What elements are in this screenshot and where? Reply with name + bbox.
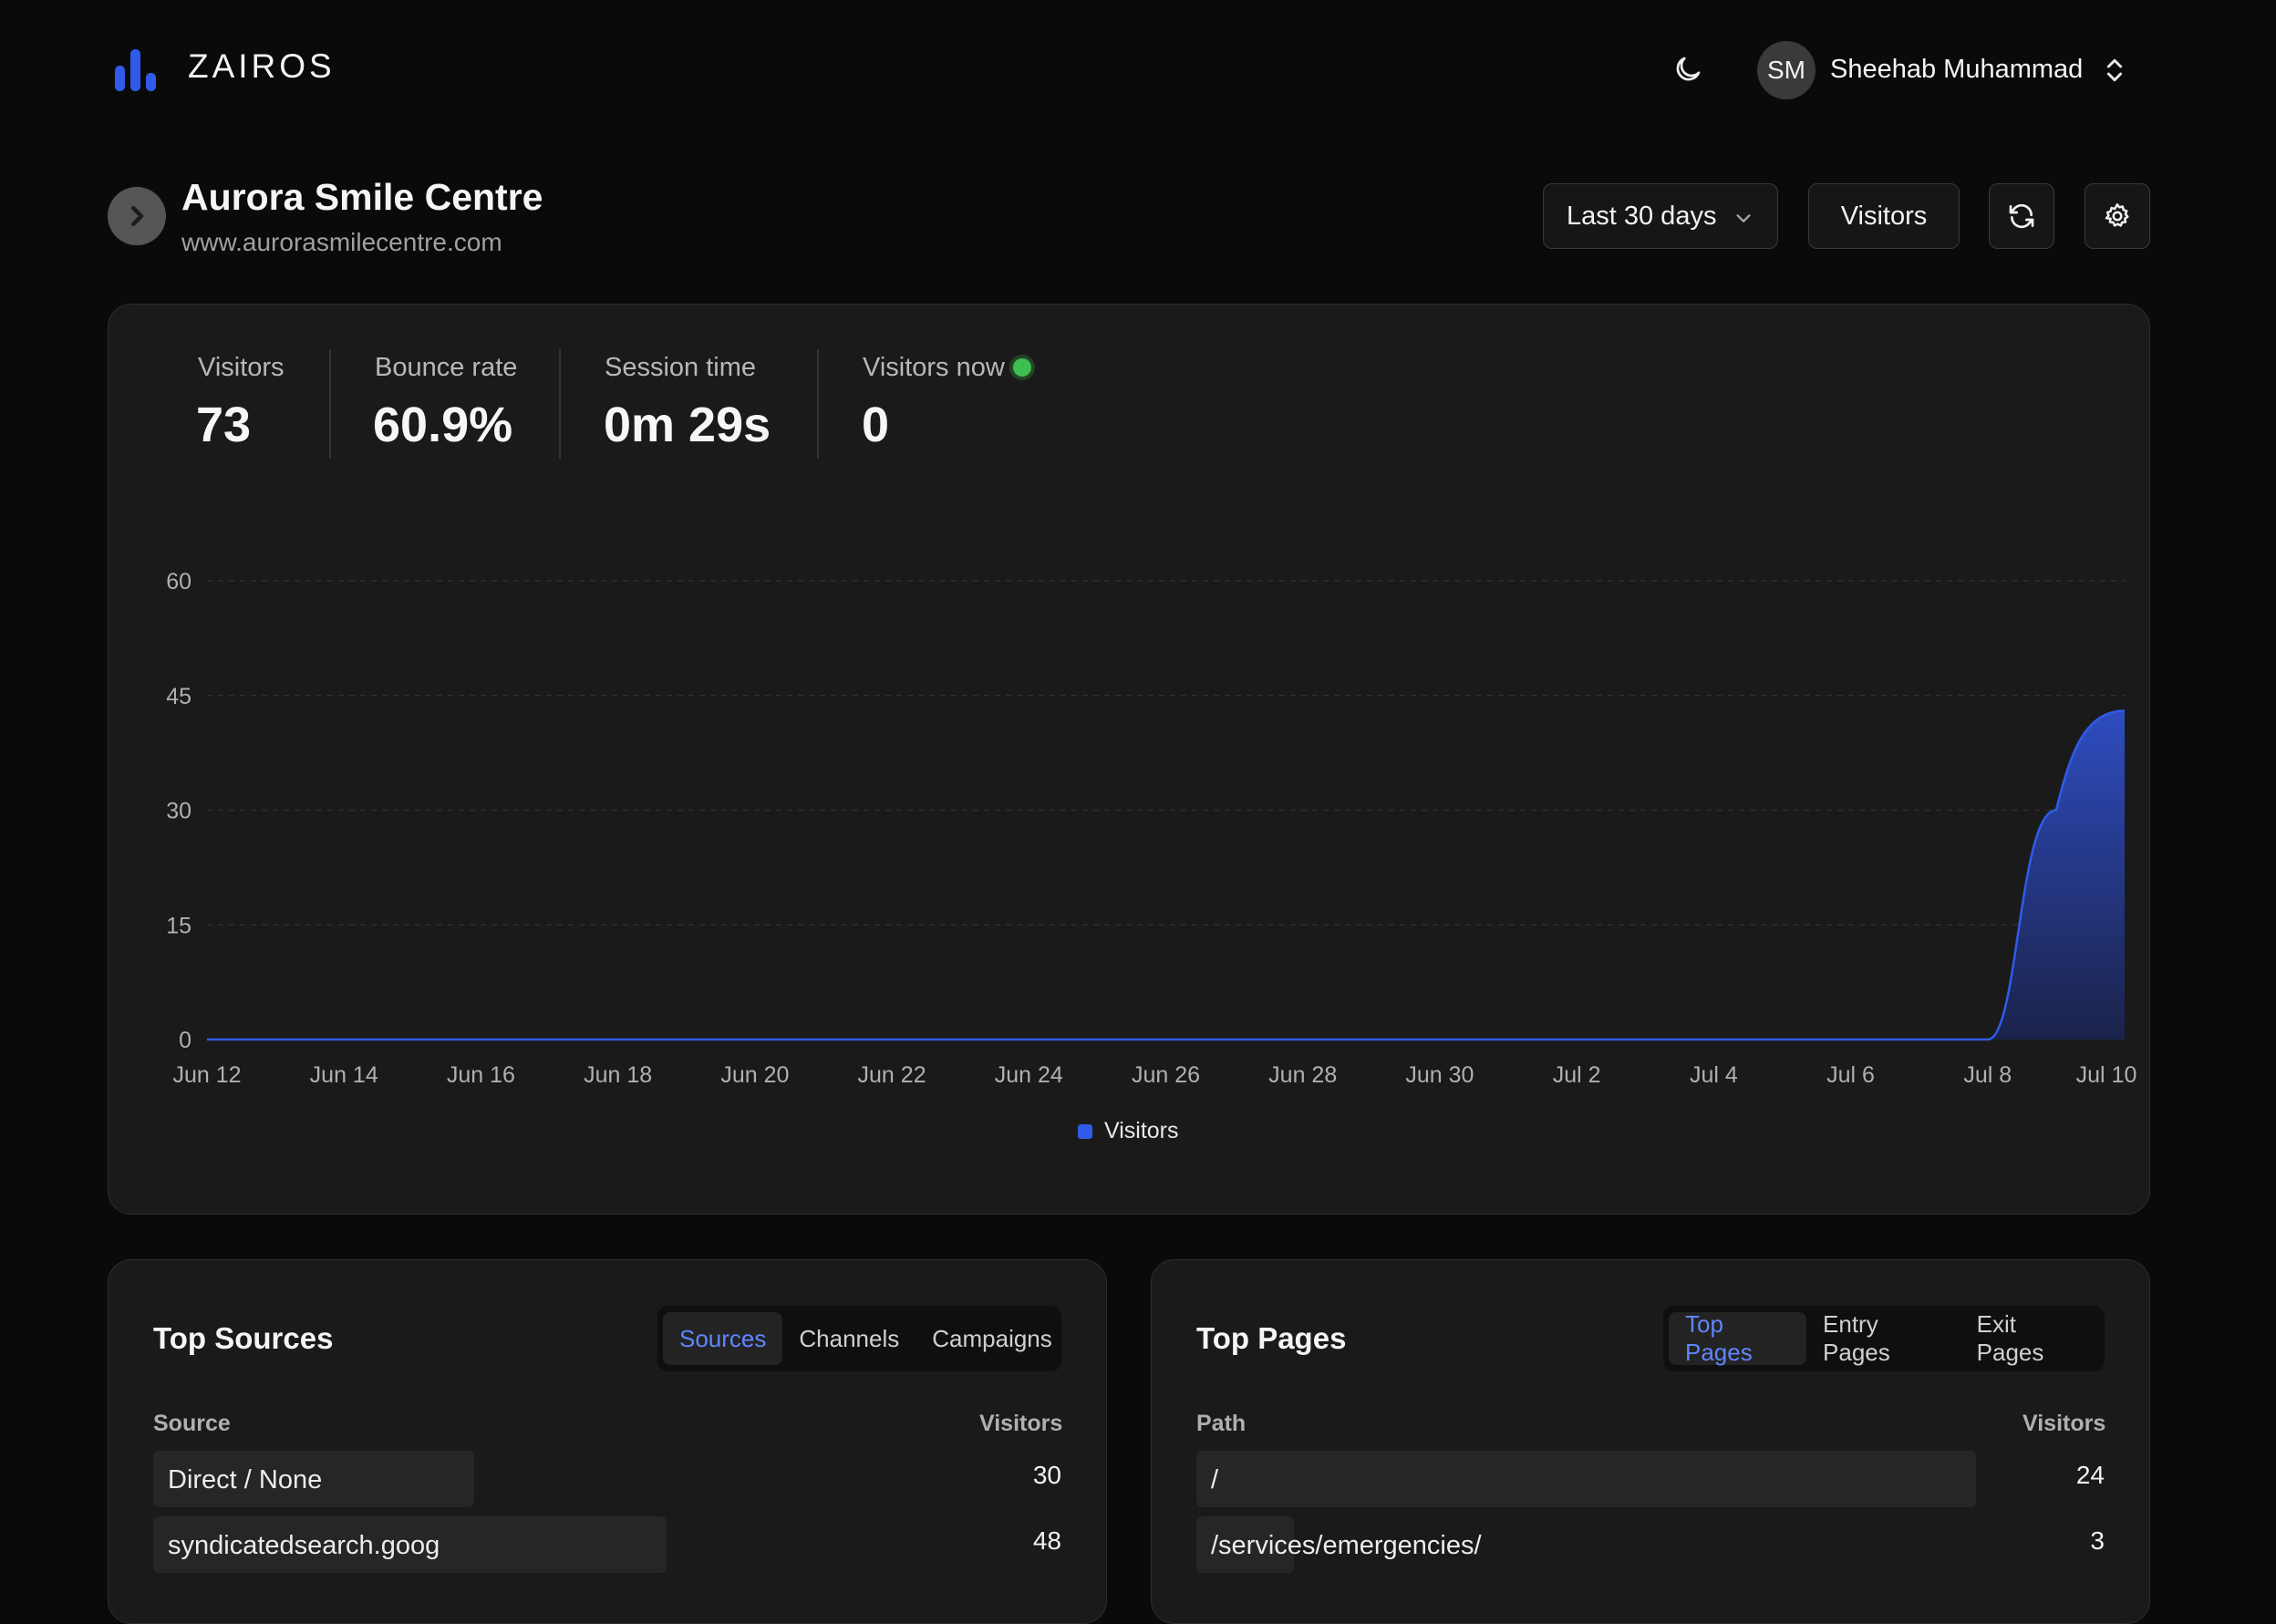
- legend-label: Visitors: [1104, 1118, 1179, 1143]
- y-tick-label: 15: [166, 913, 191, 938]
- x-tick-label: Jun 12: [172, 1062, 241, 1088]
- sources-tabbar: Sources Channels Campaigns: [657, 1306, 1061, 1371]
- table-row-label[interactable]: /: [1211, 1465, 1218, 1495]
- pages-tabbar: Top Pages Entry Pages Exit Pages: [1663, 1306, 2105, 1371]
- column-header-path: Path: [1196, 1411, 1247, 1436]
- visitors-area: [207, 710, 2125, 1040]
- x-tick-label: Jun 24: [995, 1062, 1063, 1088]
- x-tick-label: Jun 28: [1268, 1062, 1337, 1088]
- x-tick-label: Jun 30: [1405, 1062, 1474, 1088]
- legend-swatch: [1078, 1124, 1092, 1139]
- column-header-source: Source: [153, 1411, 231, 1436]
- visitors-line: [207, 709, 2126, 1041]
- y-tick-label: 60: [166, 569, 191, 595]
- x-tick-label: Jun 14: [310, 1062, 378, 1088]
- x-tick-label: Jun 16: [447, 1062, 515, 1088]
- x-tick-label: Jun 26: [1132, 1062, 1200, 1088]
- x-tick-label: Jul 2: [1553, 1062, 1601, 1088]
- top-sources-title: Top Sources: [153, 1321, 334, 1355]
- table-row-value: 3: [2090, 1526, 2105, 1555]
- x-tick-label: Jul 4: [1690, 1062, 1738, 1088]
- x-tick-label: Jun 20: [720, 1062, 789, 1088]
- y-tick-label: 45: [166, 684, 191, 709]
- column-header-visitors: Visitors: [2023, 1411, 2106, 1436]
- table-row-bar: [1196, 1451, 1976, 1507]
- table-row-label[interactable]: Direct / None: [168, 1465, 322, 1495]
- visitors-chart: 0 15 30 45 60 Jun 12 Jun 14 Jun 16 Jun 18 Jun 20…: [166, 569, 2137, 1088]
- x-tick-label: Jun 18: [584, 1062, 652, 1088]
- x-tick-label: Jun 22: [858, 1062, 926, 1088]
- tab-exit-pages[interactable]: Exit Pages: [1960, 1310, 2099, 1366]
- x-tick-label: Jul 6: [1826, 1062, 1875, 1088]
- tab-entry-pages[interactable]: Entry Pages: [1806, 1310, 1960, 1366]
- x-tick-label: Jul 8: [1963, 1062, 2012, 1088]
- tab-channels[interactable]: Channels: [782, 1312, 916, 1365]
- tab-sources[interactable]: Sources: [663, 1312, 783, 1365]
- y-tick-label: 30: [166, 799, 191, 824]
- table-row-label[interactable]: syndicatedsearch.goog: [168, 1531, 440, 1561]
- table-row-value: 24: [2075, 1461, 2105, 1489]
- table-row-label[interactable]: /services/emergencies/: [1211, 1531, 1482, 1561]
- top-pages-title: Top Pages: [1196, 1321, 1347, 1355]
- table-row-value: 48: [1032, 1526, 1061, 1555]
- table-row-value: 30: [1032, 1461, 1061, 1489]
- tab-campaigns[interactable]: Campaigns: [916, 1312, 1069, 1365]
- column-header-visitors: Visitors: [979, 1411, 1063, 1436]
- tab-top-pages[interactable]: Top Pages: [1669, 1310, 1807, 1366]
- x-tick-label: Jul 10: [2076, 1062, 2137, 1088]
- y-tick-label: 0: [179, 1028, 191, 1053]
